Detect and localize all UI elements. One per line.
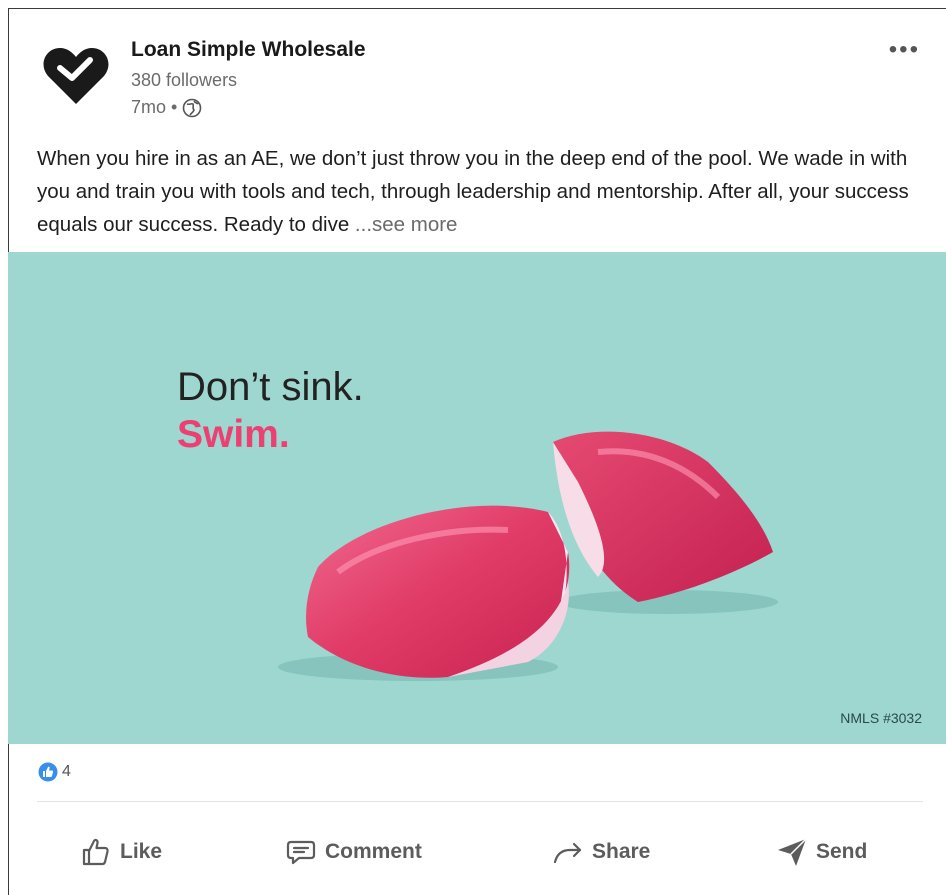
post-meta: 7mo • xyxy=(131,97,202,118)
post-body: When you hire in as an AE, we don’t just… xyxy=(37,147,909,236)
company-logo-icon[interactable] xyxy=(40,38,112,110)
image-headline: Don’t sink. xyxy=(177,365,364,409)
reaction-summary[interactable]: 4 xyxy=(38,762,71,782)
arrow-right-icon xyxy=(553,842,582,864)
thumb-up-outline-icon xyxy=(82,838,109,866)
share-label: Share xyxy=(592,840,651,863)
reaction-count: 4 xyxy=(62,763,71,780)
like-label: Like xyxy=(120,840,163,863)
speech-bubble-icon xyxy=(286,840,316,865)
see-more-link[interactable]: ...see more xyxy=(355,213,458,236)
paper-plane-icon xyxy=(778,838,807,866)
send-button[interactable]: Send xyxy=(776,830,867,874)
comment-button[interactable]: Comment xyxy=(285,830,422,874)
globe-icon xyxy=(183,98,202,117)
thumbs-up-icon xyxy=(38,762,58,782)
nmls-number: NMLS #3032 xyxy=(840,710,922,726)
send-label: Send xyxy=(816,840,868,863)
post-image[interactable]: Don’t sink. Swim. NMLS #3032 xyxy=(8,252,946,744)
divider xyxy=(37,801,923,802)
post-age: 7mo • xyxy=(131,97,178,117)
comment-label: Comment xyxy=(325,840,422,863)
share-button[interactable]: Share xyxy=(552,830,650,874)
post-text: When you hire in as an AE, we don’t just… xyxy=(37,142,927,241)
arm-floaties-illustration xyxy=(278,431,778,681)
author-name[interactable]: Loan Simple Wholesale xyxy=(131,38,366,62)
more-options-button[interactable]: ••• xyxy=(889,36,920,64)
like-button[interactable]: Like xyxy=(80,830,162,874)
follower-count: 380 followers xyxy=(131,70,238,90)
